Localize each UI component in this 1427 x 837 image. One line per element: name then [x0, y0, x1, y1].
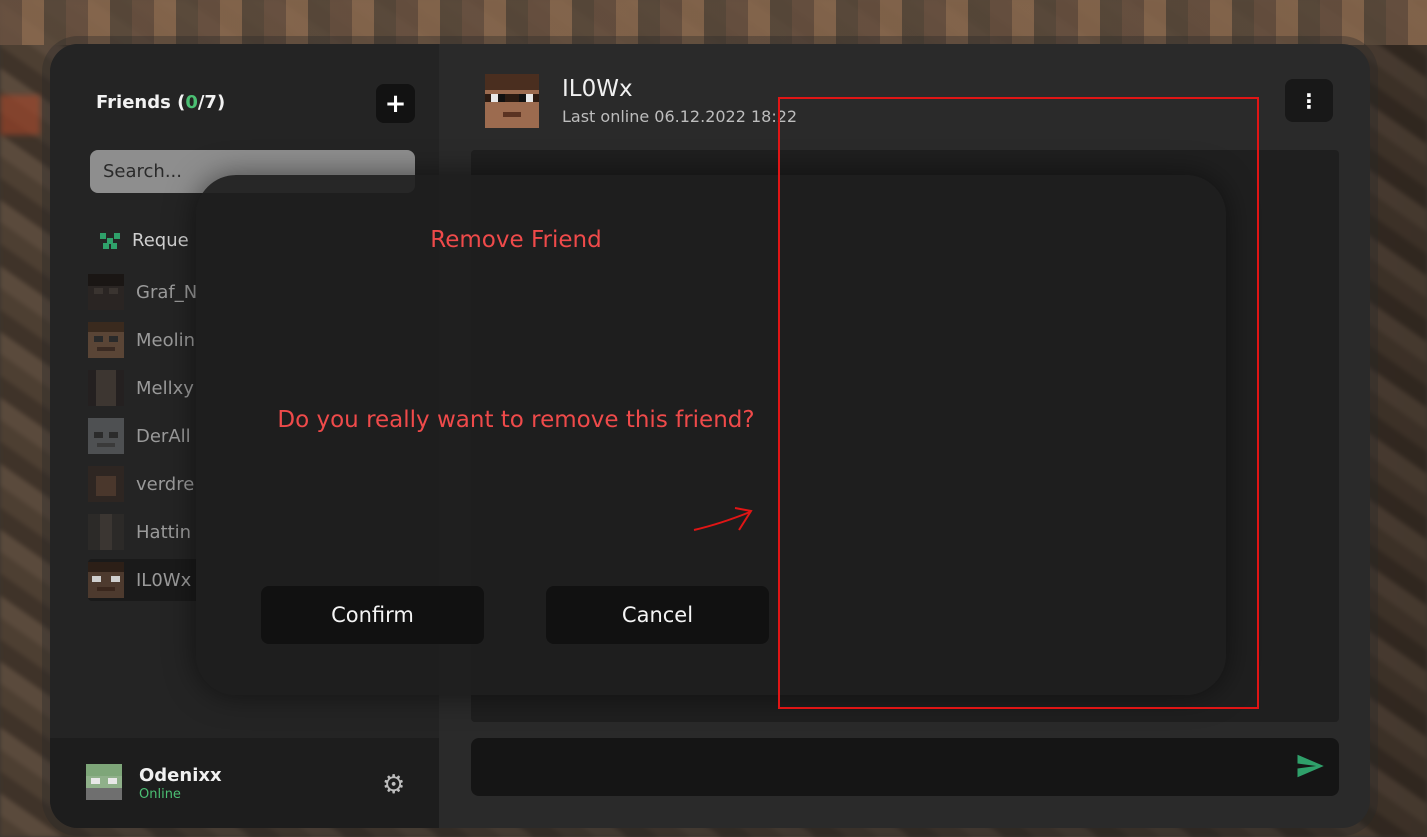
avatar: [88, 322, 124, 358]
cancel-button[interactable]: Cancel: [546, 586, 769, 644]
friend-name: Mellxy: [136, 377, 194, 399]
friend-name: DerAll: [136, 425, 191, 447]
chat-avatar: [485, 74, 539, 128]
message-input[interactable]: [471, 738, 1339, 796]
annotation-rectangle: [778, 97, 1259, 709]
chat-menu-button[interactable]: ⋮: [1285, 79, 1333, 122]
friend-name: IL0Wx: [136, 569, 192, 591]
title-suffix: ): [216, 92, 226, 113]
friend-name: verdre: [136, 473, 195, 495]
avatar: [86, 764, 122, 800]
plus-icon: +: [384, 88, 407, 119]
friends-title-label: Friends (: [96, 92, 186, 113]
avatar: [88, 466, 124, 502]
friend-name: Graf_N: [136, 281, 198, 303]
annotation-arrow: [693, 507, 753, 531]
send-icon[interactable]: [1295, 751, 1325, 781]
online-count: 0: [185, 92, 198, 113]
background-roof: [0, 0, 1427, 45]
avatar: [88, 514, 124, 550]
friend-name: Hattin: [136, 521, 192, 543]
add-friend-button[interactable]: +: [376, 84, 415, 123]
background-sign: [0, 95, 40, 135]
gear-icon[interactable]: ⚙: [382, 770, 405, 800]
avatar: [88, 418, 124, 454]
current-user-status: Online: [139, 787, 181, 802]
avatar: [88, 562, 124, 598]
chat-partner-name: IL0Wx: [562, 76, 633, 102]
current-user-name: Odenixx: [139, 765, 222, 786]
total-count: 7: [204, 92, 217, 113]
dialog-message: Do you really want to remove this friend…: [277, 407, 755, 433]
friend-requests[interactable]: Reque: [100, 230, 189, 251]
friends-title: Friends (0/7): [96, 92, 225, 113]
confirm-button[interactable]: Confirm: [261, 586, 484, 644]
avatar: [88, 370, 124, 406]
last-online-text: Last online 06.12.2022 18:22: [562, 107, 798, 126]
avatar: [88, 274, 124, 310]
requests-label: Reque: [132, 230, 189, 251]
vertical-dots-icon: ⋮: [1299, 88, 1319, 113]
dialog-title: Remove Friend: [430, 227, 602, 253]
current-user-panel: Odenixx Online ⚙: [50, 738, 439, 828]
requests-icon: [100, 232, 120, 249]
friend-name: Meolin: [136, 329, 196, 351]
